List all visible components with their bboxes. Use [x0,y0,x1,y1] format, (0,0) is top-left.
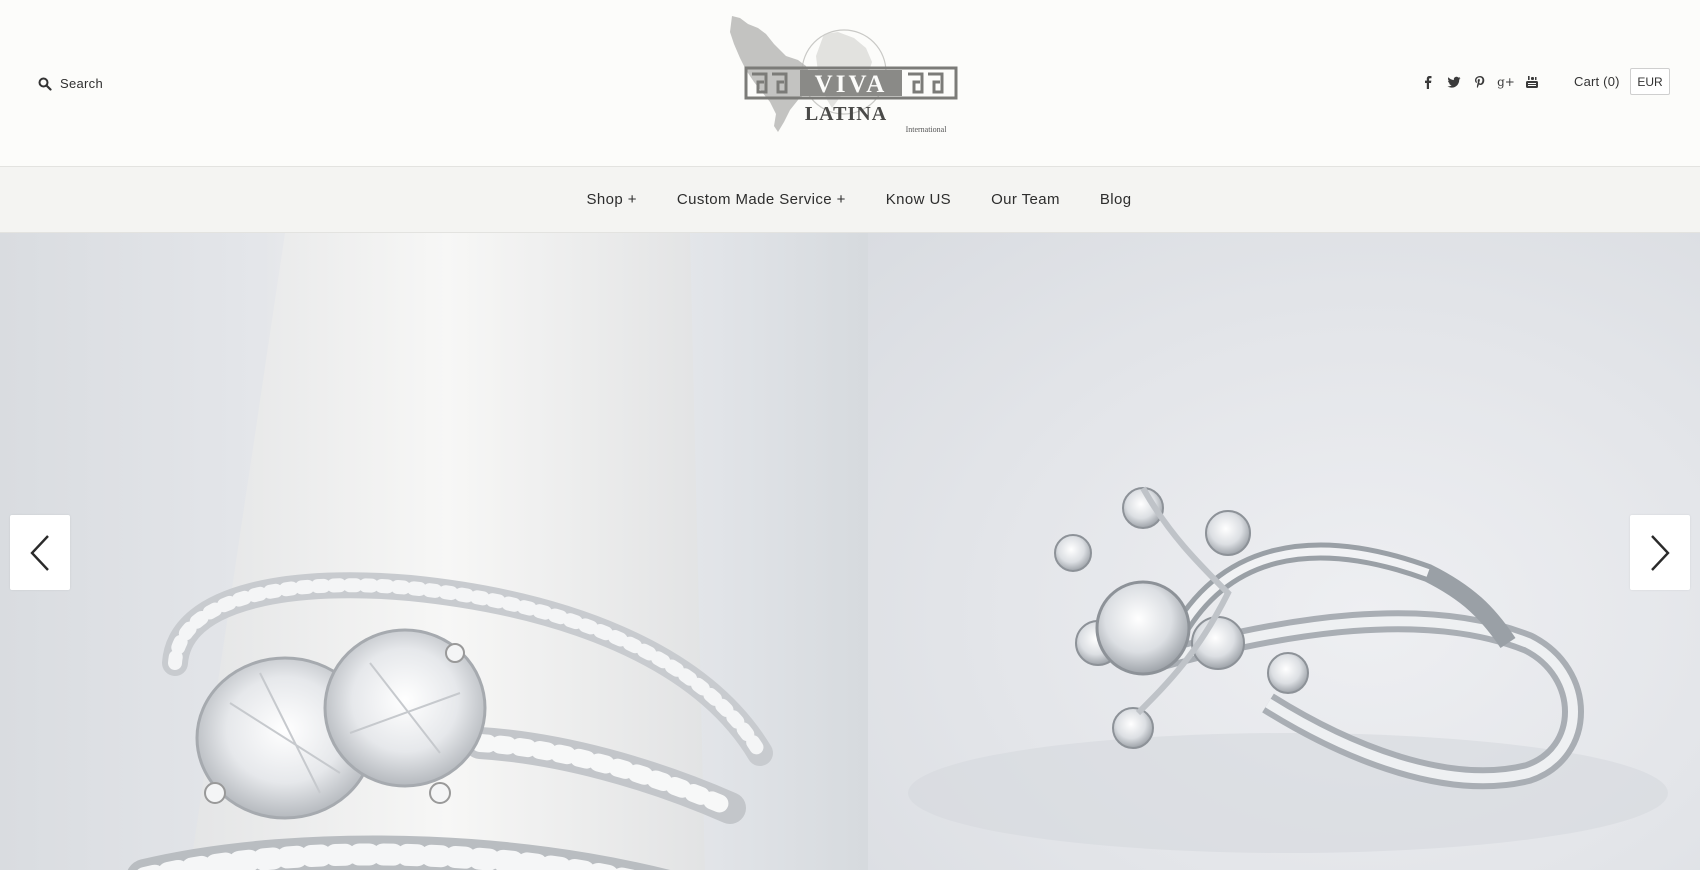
logo-latina-text: LATINA [805,103,887,125]
nav-item-know-us[interactable]: Know US [866,191,971,208]
currency-selector[interactable]: EUR [1630,68,1670,95]
hero-slider [0,233,1700,870]
search-link[interactable]: Search [38,76,103,91]
diamond-ring-stack-image [0,233,868,870]
logo-viva-text: VIVA [815,71,888,98]
chevron-right-icon [1651,534,1670,571]
youtube-icon[interactable] [1524,74,1540,90]
diamond-flower-ring-image [868,233,1700,870]
slider-prev-button[interactable] [10,515,70,590]
cart-link[interactable]: Cart (0) [1574,74,1620,89]
search-icon [38,77,52,91]
nav-menu: Shop + Custom Made Service + Know US Our… [0,167,1700,232]
logo-international-text: International [906,125,948,134]
social-links: g+ [1420,74,1540,90]
nav-item-our-team[interactable]: Our Team [971,191,1080,208]
nav-item-custom-made-service[interactable]: Custom Made Service + [657,191,866,208]
main-navigation: Shop + Custom Made Service + Know US Our… [0,166,1700,233]
twitter-icon[interactable] [1446,74,1462,90]
facebook-icon[interactable] [1420,74,1436,90]
nav-item-shop[interactable]: Shop + [567,191,657,208]
slider-next-button[interactable] [1630,515,1690,590]
logo-graphic: VIVA LATINA International [730,16,958,134]
chevron-left-icon [30,534,49,571]
site-logo[interactable]: VIVA LATINA International [728,14,974,138]
search-label: Search [60,76,103,91]
nav-item-blog[interactable]: Blog [1080,191,1152,208]
google-plus-icon[interactable]: g+ [1497,74,1515,90]
site-header: Search VIVA LATINA International g+ Cart… [0,0,1700,166]
pinterest-icon[interactable] [1472,74,1488,90]
